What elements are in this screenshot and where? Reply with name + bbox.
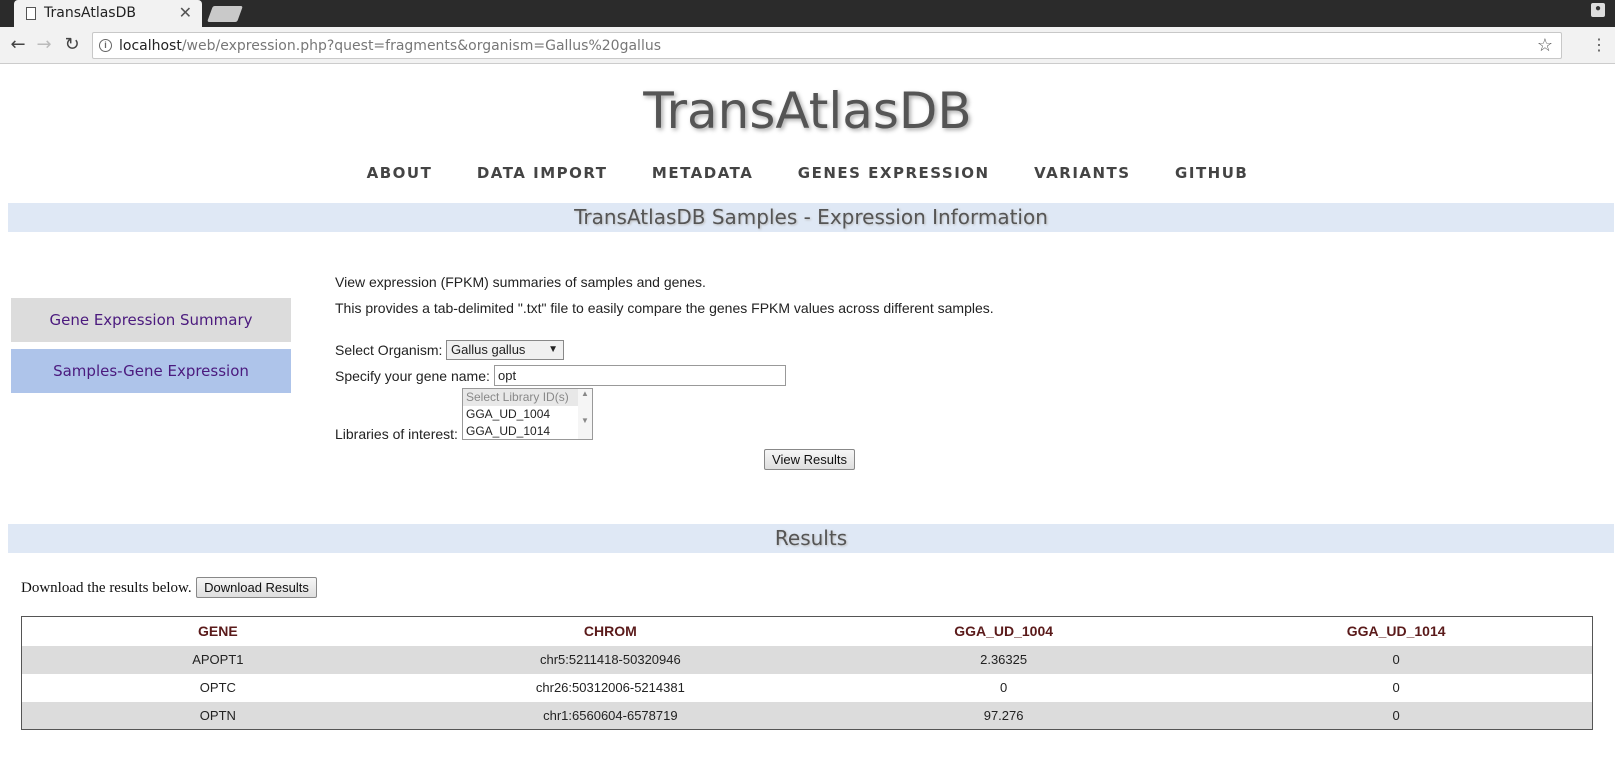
reload-icon[interactable]: ↻ <box>60 34 84 58</box>
nav-metadata[interactable]: METADATA <box>652 164 753 182</box>
column-header-gga-ud-1004: GGA_UD_1004 <box>954 623 1054 640</box>
nav-github[interactable]: GITHUB <box>1175 164 1248 182</box>
tab-title: TransAtlasDB <box>44 5 136 21</box>
close-icon[interactable]: ✕ <box>179 3 192 23</box>
table-row: OPTN chr1:6560604-6578719 97.276 0 <box>21 701 1593 730</box>
libraries-label: Libraries of interest: <box>335 426 458 442</box>
new-tab-button[interactable] <box>207 6 243 22</box>
table-cell: 2.36325 <box>806 645 1201 674</box>
description-line-1: View expression (FPKM) summaries of samp… <box>335 274 706 290</box>
organism-selected-value: Gallus gallus <box>451 342 526 357</box>
table-header-row: GENE CHROM GGA_UD_1004 GGA_UD_1014 <box>22 617 1593 646</box>
results-table: GENE CHROM GGA_UD_1004 GGA_UD_1014 APOPT… <box>21 616 1593 730</box>
column-header-gga-ud-1014: GGA_UD_1014 <box>1346 623 1446 640</box>
site-title: TransAtlasDB <box>643 82 972 140</box>
table-cell: 97.276 <box>806 701 1201 730</box>
back-icon[interactable]: ← <box>6 34 30 58</box>
description-line-2: This provides a tab-delimited ".txt" fil… <box>335 300 994 316</box>
column-header-gene: GENE <box>198 623 238 640</box>
table-cell: 0 <box>999 680 1008 695</box>
results-title: Results <box>8 524 1614 553</box>
library-option[interactable]: GGA_UD_1014 <box>463 423 592 440</box>
nav-data-import[interactable]: DATA IMPORT <box>477 164 608 182</box>
menu-icon[interactable]: ⋮ <box>1591 35 1607 55</box>
page-icon <box>26 7 36 20</box>
table-row: APOPT1 chr5:5211418-50320946 2.36325 0 <box>21 645 1593 674</box>
bookmark-star-icon[interactable]: ☆ <box>1537 35 1553 56</box>
gene-label: Specify your gene name: <box>335 368 490 384</box>
table-row: OPTC chr26:50312006-5214381 0 0 <box>22 674 1593 702</box>
info-icon[interactable]: i <box>99 39 112 52</box>
table-cell: OPTN <box>21 701 414 730</box>
browser-toolbar: ← → ↻ i localhost/web/expression.php?que… <box>0 27 1615 64</box>
listbox-scrollbar[interactable]: ▲ ▼ <box>578 389 592 439</box>
sidebar-item-gene-expression-summary[interactable]: Gene Expression Summary <box>11 298 291 342</box>
dropdown-arrow-icon: ▼ <box>548 344 558 355</box>
nav-variants[interactable]: VARIANTS <box>1034 164 1131 182</box>
url-host: localhost <box>119 38 182 54</box>
section-title: TransAtlasDB Samples - Expression Inform… <box>8 203 1614 232</box>
library-option[interactable]: GGA_UD_1004 <box>463 406 592 423</box>
organism-select[interactable]: Gallus gallus ▼ <box>446 340 564 360</box>
table-cell: 0 <box>1200 645 1593 674</box>
libraries-listbox[interactable]: Select Library ID(s) GGA_UD_1004 GGA_UD_… <box>462 388 593 440</box>
library-option-placeholder: Select Library ID(s) <box>463 389 592 406</box>
table-cell: 0 <box>1200 701 1593 730</box>
main-nav: ABOUT DATA IMPORT METADATA GENES EXPRESS… <box>0 164 1615 183</box>
url-text[interactable]: localhost/web/expression.php?quest=fragm… <box>119 38 661 54</box>
table-cell: OPTC <box>199 680 236 695</box>
profile-icon[interactable]: ● <box>1591 3 1605 17</box>
nav-genes-expression[interactable]: GENES EXPRESSION <box>798 164 990 182</box>
browser-tabbar: TransAtlasDB ✕ ● <box>0 0 1615 27</box>
forward-icon[interactable]: → <box>32 34 56 58</box>
table-cell: chr26:50312006-5214381 <box>535 680 685 695</box>
url-path: /web/expression.php?quest=fragments&orga… <box>181 38 662 54</box>
nav-about[interactable]: ABOUT <box>367 164 433 182</box>
download-text: Download the results below. <box>21 580 192 596</box>
table-cell: 0 <box>1392 680 1400 695</box>
view-results-button[interactable]: View Results <box>764 449 855 470</box>
download-results-button[interactable]: Download Results <box>196 577 317 598</box>
table-cell: APOPT1 <box>21 645 414 674</box>
table-cell: chr5:5211418-50320946 <box>413 645 807 674</box>
sidebar-item-samples-gene-expression[interactable]: Samples-Gene Expression <box>11 349 291 393</box>
gene-name-input[interactable]: opt <box>494 365 786 386</box>
table-cell: chr1:6560604-6578719 <box>413 701 807 730</box>
organism-label: Select Organism: <box>335 342 443 358</box>
browser-tab[interactable]: TransAtlasDB ✕ <box>14 0 202 27</box>
address-bar[interactable]: i localhost/web/expression.php?quest=fra… <box>92 32 1562 59</box>
column-header-chrom: CHROM <box>583 623 637 640</box>
